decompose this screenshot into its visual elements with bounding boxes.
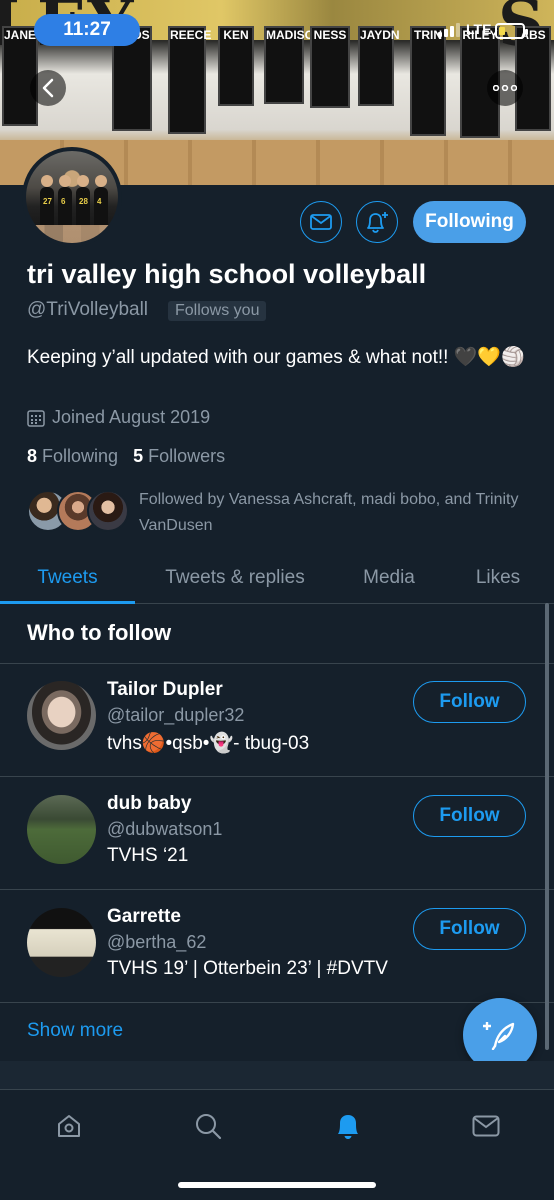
following-button[interactable]: Following	[413, 201, 526, 243]
user-handle: @tailor_dupler32	[107, 705, 245, 725]
mail-icon	[310, 214, 332, 230]
followed-by-text[interactable]: Followed by Vanessa Ashcraft, madi bobo,…	[139, 487, 534, 539]
profile-name: tri valley high school volleyball	[27, 259, 427, 289]
user-handle: @dubwatson1	[107, 819, 223, 839]
bell-plus-icon	[367, 212, 388, 233]
profile-bio: Keeping y’all updated with our games & w…	[27, 347, 525, 368]
user-handle: @bertha_62	[107, 932, 207, 952]
tab-tweets[interactable]: Tweets	[0, 552, 135, 604]
tab-media[interactable]: Media	[335, 552, 443, 604]
tab-tweets-replies[interactable]: Tweets & replies	[145, 552, 325, 604]
user-bio: TVHS ‘21	[107, 845, 189, 866]
profile-avatar[interactable]: 27 6 28 4	[22, 147, 122, 247]
avatar[interactable]	[27, 795, 96, 864]
notifications-icon	[338, 1115, 358, 1139]
joined-date: Joined August 2019	[27, 407, 210, 428]
chevron-left-icon	[42, 78, 54, 98]
notifications-subscribe-button[interactable]	[356, 201, 398, 243]
followed-by-avatars[interactable]	[27, 490, 129, 536]
following-count-link[interactable]: 8 Following	[27, 446, 118, 467]
avatar[interactable]	[27, 681, 96, 750]
user-name: Tailor Dupler	[107, 679, 223, 700]
avatar[interactable]	[27, 908, 96, 977]
battery-icon	[495, 23, 528, 39]
status-bar: 11:27 LTE	[0, 0, 554, 58]
home-icon	[58, 1115, 80, 1137]
show-more-link[interactable]: Show more	[27, 1020, 123, 1042]
who-to-follow-title: Who to follow	[27, 620, 172, 645]
content-end-band	[0, 1061, 554, 1089]
messages-icon	[472, 1115, 500, 1137]
calendar-icon	[27, 409, 45, 427]
status-time[interactable]: 11:27	[34, 14, 140, 46]
avatar	[87, 490, 129, 532]
feather-plus-icon	[483, 1022, 515, 1050]
network-label: LTE	[466, 21, 492, 37]
home-indicator[interactable]	[178, 1182, 376, 1188]
user-bio: TVHS 19’ | Otterbein 23’ | #DVTV	[107, 958, 388, 979]
nav-notifications[interactable]	[326, 1106, 370, 1146]
follow-counts: 8 Following 5 Followers	[27, 446, 225, 467]
active-tab-indicator	[0, 601, 135, 604]
follow-button[interactable]: Follow	[413, 681, 526, 723]
joined-label: Joined August 2019	[52, 407, 211, 427]
nav-messages[interactable]	[464, 1106, 508, 1146]
search-icon	[196, 1114, 222, 1140]
follow-button[interactable]: Follow	[413, 795, 526, 837]
more-options-button[interactable]	[487, 70, 523, 106]
user-bio: tvhs🏀•qsb•👻- tbug-03	[107, 733, 310, 754]
signal-icon	[438, 23, 460, 37]
back-button[interactable]	[30, 70, 66, 106]
user-name: Garrette	[107, 906, 181, 927]
message-button[interactable]	[300, 201, 342, 243]
tab-likes[interactable]: Likes	[453, 552, 543, 604]
divider	[0, 1002, 554, 1003]
suggested-user[interactable]: dub baby @dubwatson1 TVHS ‘21 Follow	[0, 777, 554, 890]
nav-search[interactable]	[186, 1106, 230, 1146]
nav-home[interactable]	[47, 1106, 91, 1146]
user-name: dub baby	[107, 793, 192, 814]
follows-you-badge: Follows you	[168, 301, 267, 321]
profile-handle: @TriVolleyball	[27, 299, 149, 320]
followers-count-link[interactable]: 5 Followers	[133, 446, 225, 467]
scrollbar[interactable]	[545, 603, 549, 1050]
profile-tabs: Tweets Tweets & replies Media Likes	[0, 552, 554, 604]
more-horizontal-icon	[493, 85, 517, 91]
suggested-user[interactable]: Garrette @bertha_62 TVHS 19’ | Otterbein…	[0, 890, 554, 1003]
follow-button[interactable]: Follow	[413, 908, 526, 950]
suggested-user[interactable]: Tailor Dupler @tailor_dupler32 tvhs🏀•qsb…	[0, 663, 554, 776]
